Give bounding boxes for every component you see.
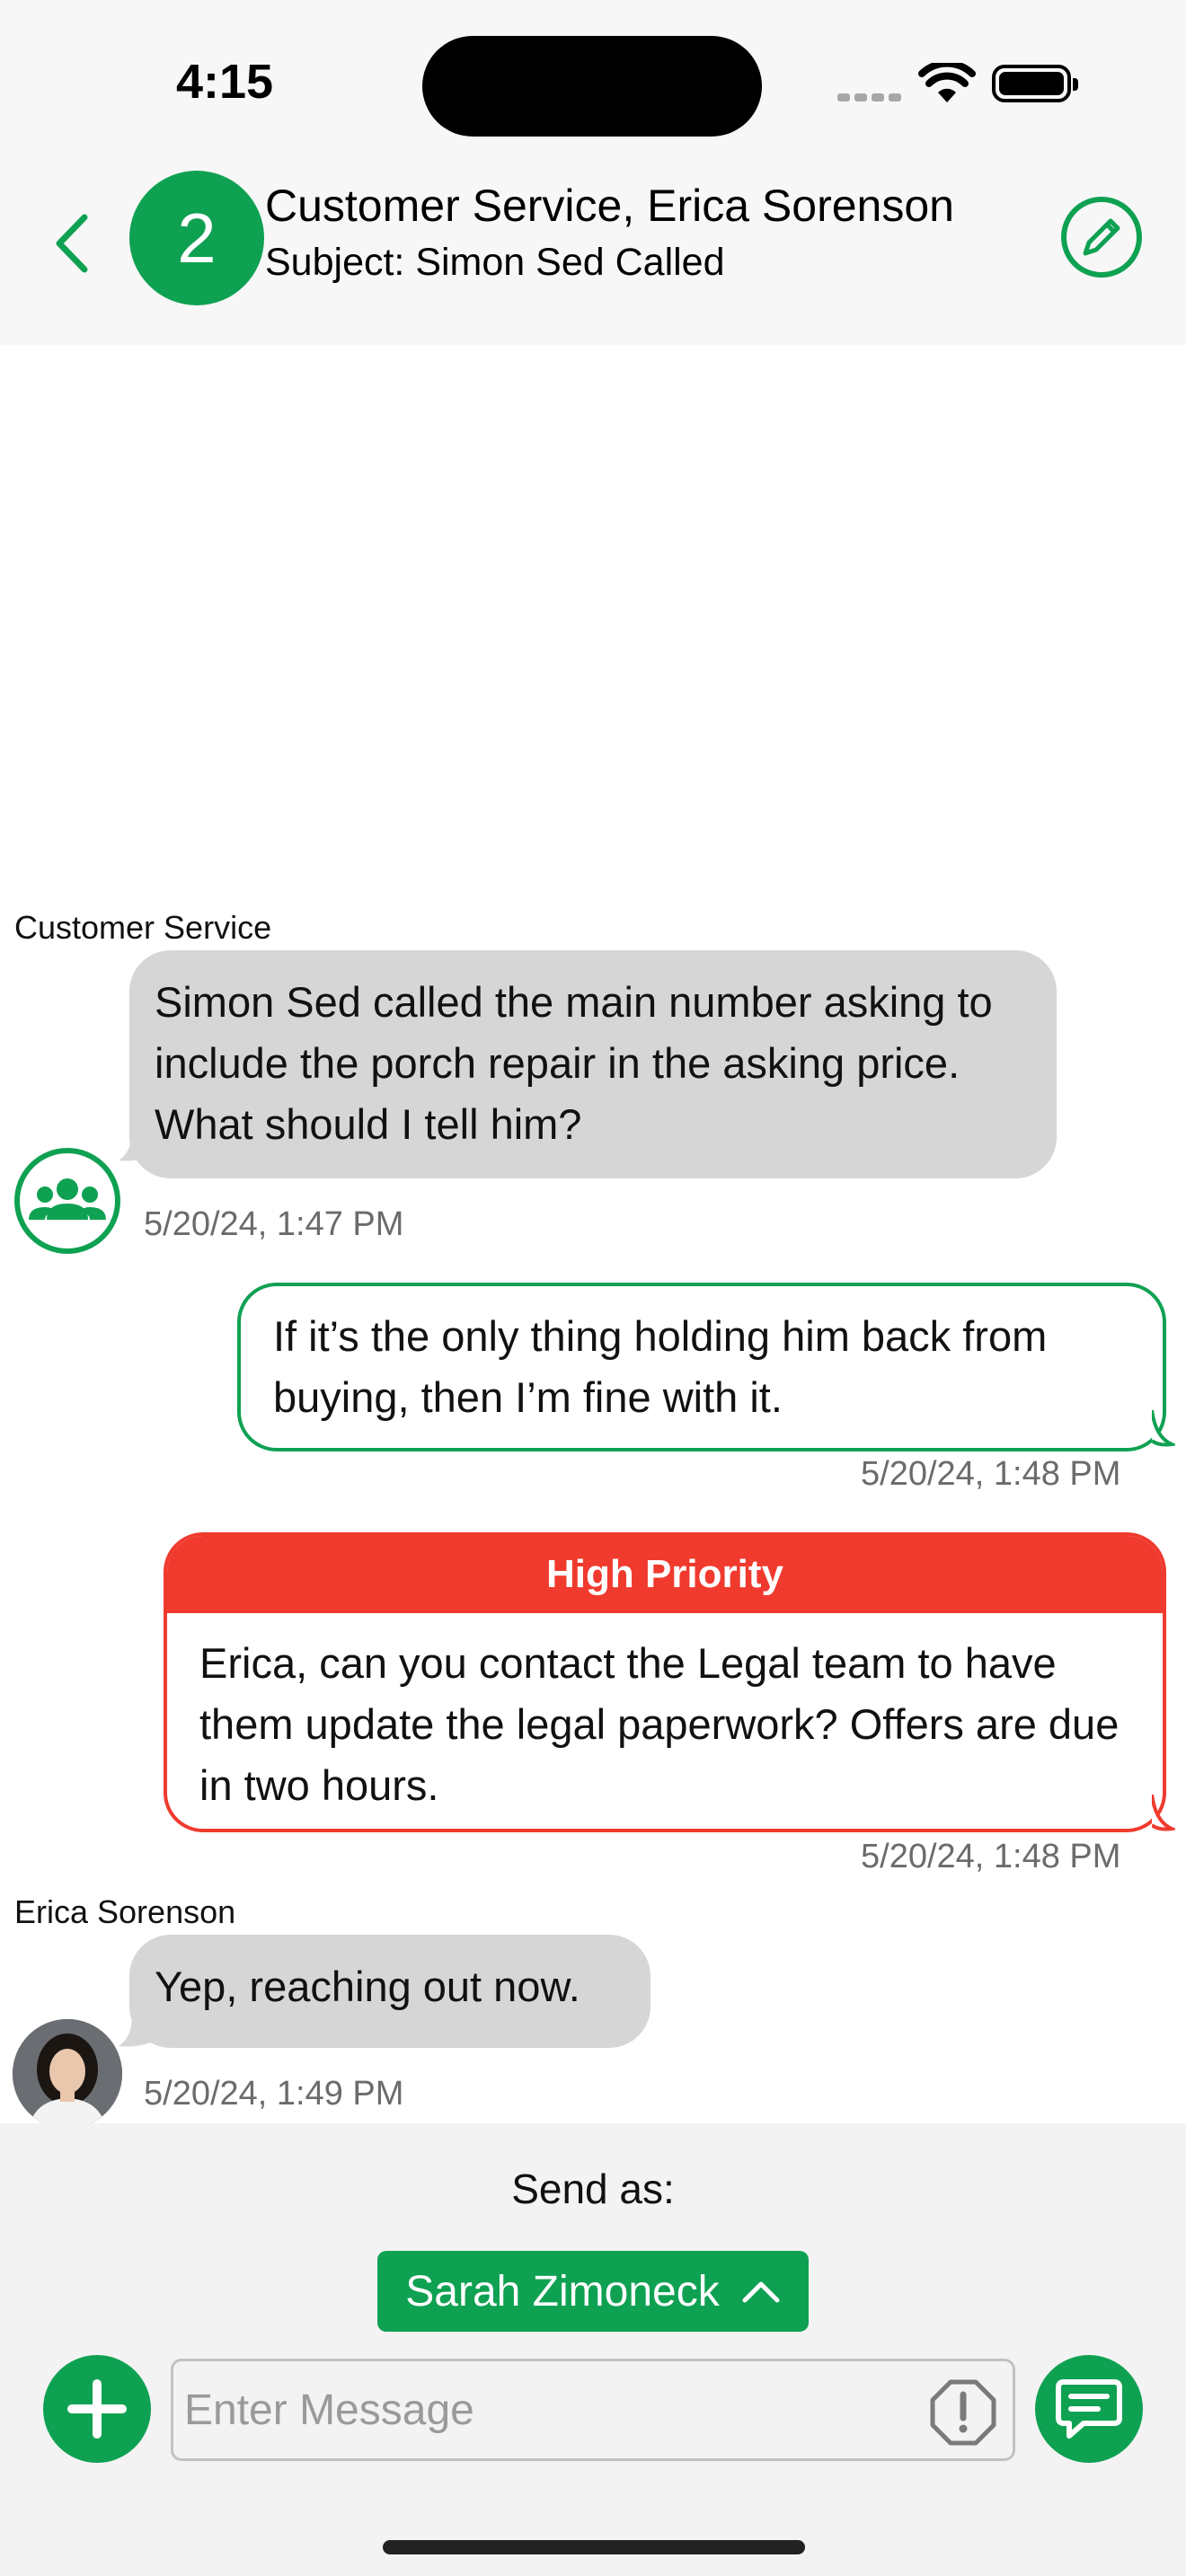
conversation-header: 2 Customer Service, Erica Sorenson Subje…: [0, 171, 1186, 345]
group-avatar[interactable]: [13, 1146, 122, 1256]
battery-icon: [992, 65, 1078, 102]
wifi-icon: [918, 63, 976, 102]
incoming-message-bubble[interactable]: Simon Sed called the main number asking …: [129, 950, 1057, 1178]
home-indicator[interactable]: [383, 2540, 805, 2554]
send-as-label: Send as:: [511, 2166, 675, 2212]
send-as-value: Sarah Zimoneck: [405, 2267, 720, 2316]
message-timestamp: 5/20/24, 1:49 PM: [144, 2075, 404, 2113]
conversation-title: Customer Service, Erica Sorenson: [265, 181, 954, 231]
message-sender: Customer Service: [14, 909, 272, 946]
dynamic-island: [422, 36, 762, 137]
send-as-dropdown[interactable]: Sarah Zimoneck: [377, 2251, 809, 2332]
edit-icon[interactable]: [1058, 194, 1145, 280]
message-sender: Erica Sorenson: [14, 1893, 236, 1930]
avatar-erica-sorenson[interactable]: [13, 2019, 122, 2129]
chevron-left-icon: [56, 214, 88, 273]
priority-message-text: Erica, can you contact the Legal team to…: [199, 1639, 1120, 1809]
send-button[interactable]: [1035, 2355, 1143, 2463]
message-timestamp: 5/20/24, 1:48 PM: [861, 1838, 1121, 1875]
participant-count-badge[interactable]: 2: [129, 171, 264, 305]
status-time: 4:15: [176, 55, 274, 109]
priority-alert-icon[interactable]: [927, 2377, 999, 2448]
profile-photo-icon: [13, 2019, 122, 2129]
message-composer: Send as: Sarah Zimoneck: [0, 2123, 1186, 2576]
bubble-tail: [1152, 1410, 1175, 1447]
message-input[interactable]: [171, 2359, 1015, 2461]
plus-icon: [67, 2379, 127, 2439]
outgoing-message-bubble[interactable]: If it’s the only thing holding him back …: [237, 1283, 1166, 1451]
cellular-signal-icon: [837, 90, 906, 106]
message-bubble-icon: [1056, 2379, 1122, 2439]
add-attachment-button[interactable]: [43, 2355, 151, 2463]
priority-label: High Priority: [167, 1536, 1163, 1613]
chevron-up-icon: [742, 2281, 780, 2303]
conversation-screen: 4:15 2 Customer Service, Erica Sorenson …: [0, 0, 1186, 2576]
message-timestamp: 5/20/24, 1:48 PM: [861, 1455, 1121, 1493]
incoming-message-bubble[interactable]: Yep, reaching out now.: [129, 1935, 651, 2048]
priority-message-bubble[interactable]: High Priority Erica, can you contact the…: [164, 1532, 1166, 1832]
status-bar: 4:15: [0, 0, 1186, 171]
group-icon: [14, 1148, 120, 1254]
bubble-tail: [1152, 1795, 1175, 1831]
conversation-subject: Subject: Simon Sed Called: [265, 241, 725, 284]
back-button[interactable]: [45, 194, 99, 293]
message-timestamp: 5/20/24, 1:47 PM: [144, 1205, 404, 1243]
